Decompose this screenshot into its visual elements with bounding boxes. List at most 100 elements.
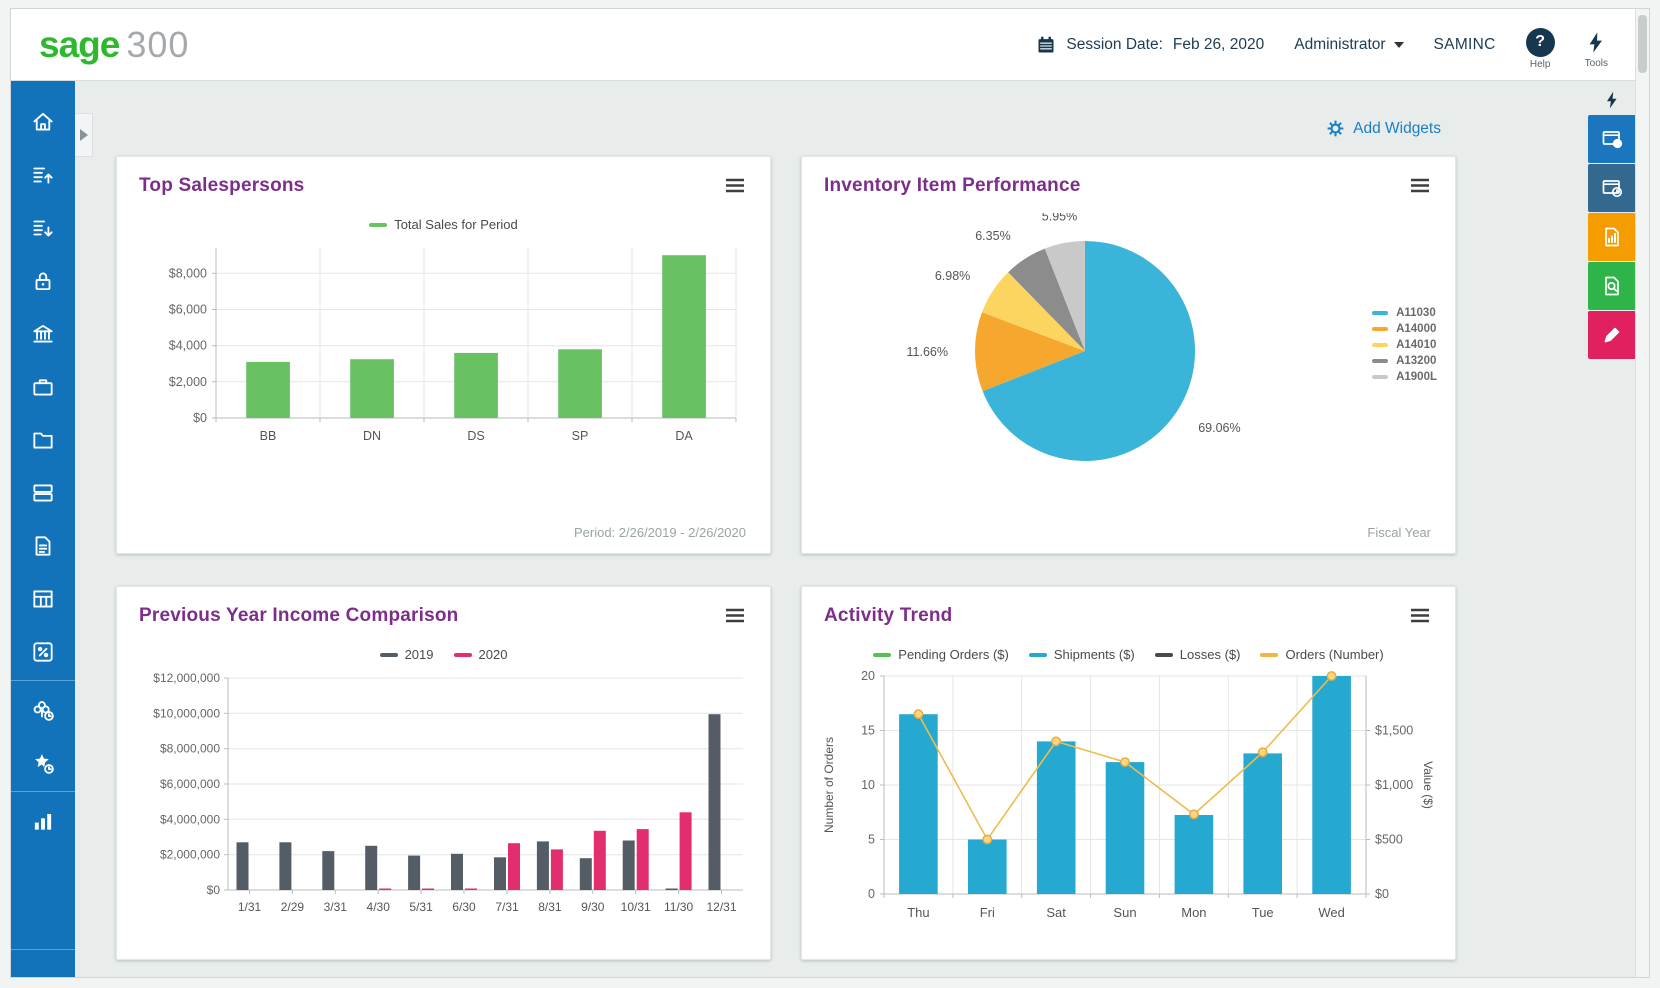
widget-shortcut-window-badge[interactable]: [1588, 115, 1636, 163]
user-menu[interactable]: Administrator: [1294, 36, 1403, 54]
widget-shortcut-window-clock[interactable]: [1588, 164, 1636, 212]
widget-menu-icon[interactable]: [722, 175, 748, 196]
sidebar-item-briefcase[interactable]: [11, 360, 75, 413]
widget-title: Inventory Item Performance: [824, 175, 1081, 197]
svg-text:$6,000: $6,000: [168, 303, 206, 317]
chart-legend: Pending Orders ($) Shipments ($) Losses …: [802, 647, 1455, 662]
sidebar-divider: [11, 949, 75, 950]
income-comparison-chart: 2019 2020$0$2,000,000$4,000,000$6,000,00…: [117, 647, 770, 925]
home-icon: [30, 109, 56, 135]
chart-legend: A11030 A14000 A14010 A13200 A1900L: [1372, 307, 1437, 383]
svg-text:0: 0: [868, 887, 875, 901]
svg-text:6.98%: 6.98%: [934, 269, 969, 283]
add-widgets-button[interactable]: Add Widgets: [1326, 119, 1441, 138]
widget-footer: Period: 2/26/2019 - 2/26/2020: [574, 525, 746, 540]
widget-top-salespersons: Top Salespersons Total Sales for Period$…: [116, 156, 771, 554]
sidebar-item-folder[interactable]: [11, 413, 75, 466]
table-icon: [30, 586, 56, 612]
panel-expand-button[interactable]: [1588, 85, 1636, 115]
invoice-up-icon: [30, 162, 56, 188]
svg-text:Fri: Fri: [979, 905, 994, 920]
sidebar-item-home[interactable]: [11, 95, 75, 148]
widget-menu-icon[interactable]: [1407, 605, 1433, 626]
widget-title: Previous Year Income Comparison: [139, 605, 458, 627]
svg-text:10/31: 10/31: [620, 900, 650, 914]
inventory-performance-chart: 69.06%11.66%6.98%6.35%5.95% A11030 A1400…: [802, 199, 1455, 480]
widget-menu-icon[interactable]: [722, 605, 748, 626]
legend-item: Losses ($): [1155, 647, 1241, 662]
svg-text:$4,000: $4,000: [168, 339, 206, 353]
legend-item: A11030: [1372, 307, 1436, 319]
svg-text:5.95%: 5.95%: [1041, 213, 1076, 223]
svg-text:5/31: 5/31: [409, 900, 433, 914]
widget-shortcut-pen[interactable]: [1588, 311, 1636, 359]
sidebar-item-lock[interactable]: [11, 254, 75, 307]
chevron-down-icon: [1394, 42, 1404, 48]
legend-item: 2020: [454, 647, 508, 662]
help-button[interactable]: ? Help: [1526, 28, 1555, 70]
svg-text:$8,000: $8,000: [168, 266, 206, 280]
svg-text:20: 20: [861, 669, 875, 683]
app-frame: sage 300 Session Date: Feb 26, 2020 Admi…: [10, 8, 1650, 978]
app-header: sage 300 Session Date: Feb 26, 2020 Admi…: [11, 9, 1636, 81]
folder-icon: [30, 427, 56, 453]
percent-icon: [30, 639, 56, 665]
svg-text:$1,500: $1,500: [1375, 724, 1413, 738]
tools-button[interactable]: Tools: [1585, 29, 1608, 69]
help-icon: ?: [1526, 28, 1555, 57]
sage-logo: sage 300: [39, 24, 189, 66]
document-icon: [30, 533, 56, 559]
sidebar-item-recurring[interactable]: [11, 683, 75, 736]
svg-text:DS: DS: [467, 429, 484, 443]
sidebar-item-cards[interactable]: [11, 466, 75, 519]
gear-icon: [1326, 119, 1345, 138]
favorites-icon: [30, 750, 56, 776]
legend-item: Pending Orders ($): [873, 647, 1009, 662]
scrollbar[interactable]: [1635, 9, 1649, 977]
svg-text:$500: $500: [1375, 833, 1403, 847]
svg-text:9/30: 9/30: [581, 900, 605, 914]
legend-item: A1900L: [1372, 371, 1437, 383]
sidebar-item-bar-chart[interactable]: [11, 794, 75, 847]
svg-text:BB: BB: [259, 429, 276, 443]
activity-trend-chart: Pending Orders ($) Shipments ($) Losses …: [802, 647, 1455, 935]
svg-text:$0: $0: [193, 411, 207, 425]
legend-item: A13200: [1372, 355, 1436, 367]
sidebar-item-invoice-up[interactable]: [11, 148, 75, 201]
logo-300-text: 300: [126, 24, 189, 66]
sidebar-item-document[interactable]: [11, 519, 75, 572]
legend-item: Shipments ($): [1029, 647, 1135, 662]
report-chart-icon: [1600, 225, 1624, 249]
chevron-right-icon: [80, 129, 88, 141]
widget-shortcut-report-search[interactable]: [1588, 262, 1636, 310]
widget-activity-trend: Activity Trend Pending Orders ($) Shipme…: [801, 586, 1456, 960]
sidebar-item-table[interactable]: [11, 572, 75, 625]
session-date: Session Date: Feb 26, 2020: [1036, 35, 1264, 55]
svg-text:Tue: Tue: [1251, 905, 1273, 920]
top-salespersons-chart: Total Sales for Period$0$2,000$4,000$6,0…: [117, 217, 770, 459]
svg-text:$1,000: $1,000: [1375, 778, 1413, 792]
sidebar-item-percent[interactable]: [11, 625, 75, 678]
svg-text:7/31: 7/31: [495, 900, 519, 914]
svg-text:$6,000,000: $6,000,000: [159, 777, 219, 791]
sidebar-item-favorites[interactable]: [11, 736, 75, 789]
session-date-label: Session Date:: [1066, 36, 1163, 54]
scrollbar-thumb[interactable]: [1638, 15, 1647, 73]
svg-text:3/31: 3/31: [323, 900, 347, 914]
window-badge-icon: [1600, 127, 1624, 151]
svg-text:Sun: Sun: [1113, 905, 1136, 920]
sidebar-item-invoice-down[interactable]: [11, 201, 75, 254]
lock-icon: [30, 268, 56, 294]
svg-text:$0: $0: [206, 883, 220, 897]
legend-item: A14010: [1372, 339, 1436, 351]
bank-icon: [30, 321, 56, 347]
widget-inventory-item-performance: Inventory Item Performance 69.06%11.66%6…: [801, 156, 1456, 554]
sidebar-expand-button[interactable]: [75, 113, 93, 157]
report-search-icon: [1600, 274, 1624, 298]
svg-text:4/30: 4/30: [366, 900, 390, 914]
widget-menu-icon[interactable]: [1407, 175, 1433, 196]
widget-shortcut-report-chart[interactable]: [1588, 213, 1636, 261]
svg-text:$4,000,000: $4,000,000: [159, 812, 219, 826]
invoice-down-icon: [30, 215, 56, 241]
sidebar-item-bank[interactable]: [11, 307, 75, 360]
